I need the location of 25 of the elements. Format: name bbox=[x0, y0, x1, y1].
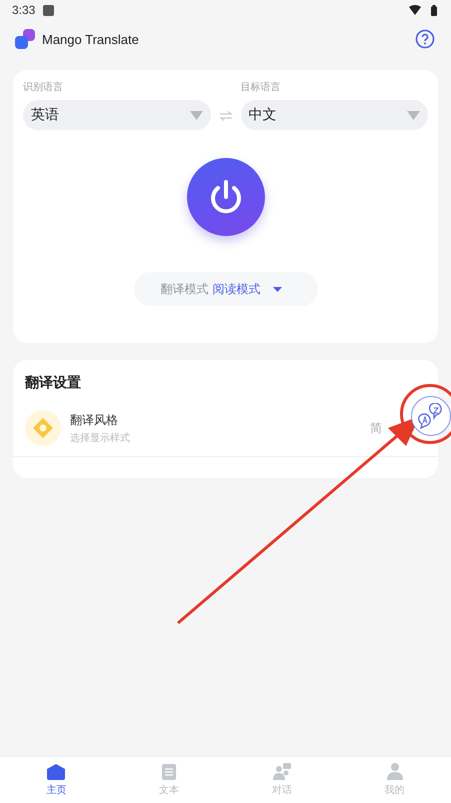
person-icon bbox=[386, 763, 403, 780]
notification-icon bbox=[43, 4, 54, 16]
mode-selector[interactable]: 翻译模式 阅读模式 bbox=[134, 272, 318, 306]
logo-icon bbox=[14, 28, 36, 50]
dropdown-icon bbox=[190, 110, 202, 120]
setting-title: 翻译风格 bbox=[70, 412, 119, 428]
home-icon bbox=[47, 764, 66, 780]
power-button[interactable] bbox=[186, 158, 264, 236]
document-icon bbox=[162, 763, 176, 780]
status-time: 3:33 bbox=[12, 3, 36, 17]
battery-icon bbox=[431, 4, 437, 16]
nav-tab[interactable]: 主页 bbox=[0, 757, 113, 803]
language-label: 识别语言 bbox=[23, 80, 64, 94]
language-label: 目标语言 bbox=[240, 80, 282, 94]
app-title: Mango Translate bbox=[42, 32, 139, 46]
people-icon bbox=[272, 763, 291, 780]
dropdown-icon bbox=[407, 110, 420, 120]
caret-icon bbox=[272, 286, 282, 292]
setting-subtitle: 选择显示样式 bbox=[70, 432, 130, 444]
language-select[interactable]: 英语 bbox=[23, 100, 210, 130]
section-title: 翻译设置 bbox=[24, 374, 82, 393]
setting-value: 简 bbox=[370, 420, 382, 436]
help-icon[interactable] bbox=[415, 29, 435, 49]
wifi-icon bbox=[409, 5, 421, 15]
language-select[interactable]: 中文 bbox=[240, 100, 428, 130]
